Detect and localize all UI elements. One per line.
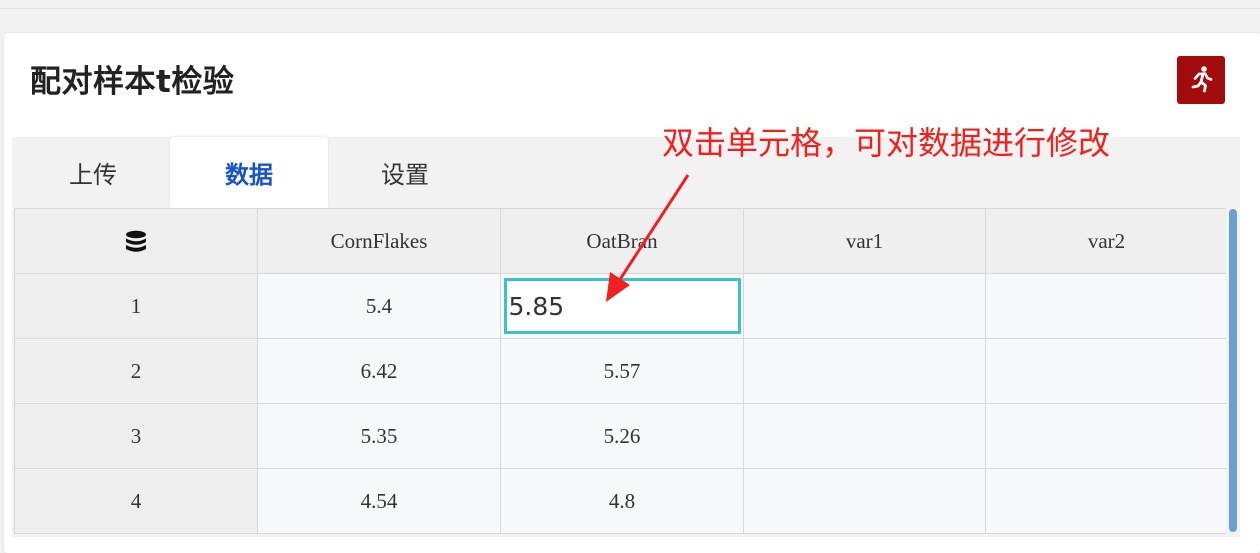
- data-cell[interactable]: 5.57: [500, 338, 744, 404]
- annotation-text: 双击单元格，可对数据进行修改: [662, 124, 1111, 162]
- vertical-scrollbar[interactable]: [1229, 209, 1237, 532]
- data-cell[interactable]: 6.42: [257, 338, 501, 404]
- column-header-var1[interactable]: var1: [743, 208, 986, 274]
- tab-upload[interactable]: 上传: [14, 137, 172, 208]
- row-number: 2: [14, 338, 258, 404]
- data-cell[interactable]: [985, 273, 1226, 339]
- column-header-oatbran[interactable]: OatBran: [500, 208, 744, 274]
- tab-data[interactable]: 数据: [170, 137, 328, 208]
- running-person-icon: [1189, 65, 1213, 96]
- data-cell[interactable]: 5.4: [257, 273, 501, 339]
- top-divider: [0, 8, 1260, 9]
- data-cell[interactable]: [743, 338, 986, 404]
- column-header-var2[interactable]: var2: [985, 208, 1226, 274]
- data-grid: CornFlakes OatBran var1 var2 1 5.4 2 6.4…: [14, 208, 1226, 538]
- data-cell[interactable]: 4.54: [257, 468, 501, 534]
- column-header-cornflakes[interactable]: CornFlakes: [257, 208, 501, 274]
- row-number: 1: [14, 273, 258, 339]
- corner-cell: [14, 208, 258, 274]
- data-cell-editing[interactable]: [500, 273, 744, 339]
- database-icon: [125, 228, 147, 252]
- cell-edit-input[interactable]: [503, 278, 741, 334]
- table-row: 3 5.35 5.26: [14, 403, 1226, 469]
- data-cell[interactable]: 5.26: [500, 403, 744, 469]
- table-row: 4 4.54 4.8: [14, 468, 1226, 534]
- data-cell[interactable]: [985, 338, 1226, 404]
- data-cell[interactable]: 4.8: [500, 468, 744, 534]
- tab-settings[interactable]: 设置: [326, 137, 484, 208]
- row-number: 3: [14, 403, 258, 469]
- header-row: CornFlakes OatBran var1 var2: [14, 208, 1226, 274]
- row-number: 4: [14, 468, 258, 534]
- data-cell[interactable]: 5.35: [257, 403, 501, 469]
- table-row: 2 6.42 5.57: [14, 338, 1226, 404]
- table-row: 1 5.4: [14, 273, 1226, 339]
- page-title: 配对样本t检验: [30, 64, 235, 100]
- data-cell[interactable]: [743, 468, 986, 534]
- data-cell[interactable]: [985, 468, 1226, 534]
- data-cell[interactable]: [985, 403, 1226, 469]
- data-cell[interactable]: [743, 273, 986, 339]
- run-button[interactable]: [1177, 56, 1225, 104]
- data-cell[interactable]: [743, 403, 986, 469]
